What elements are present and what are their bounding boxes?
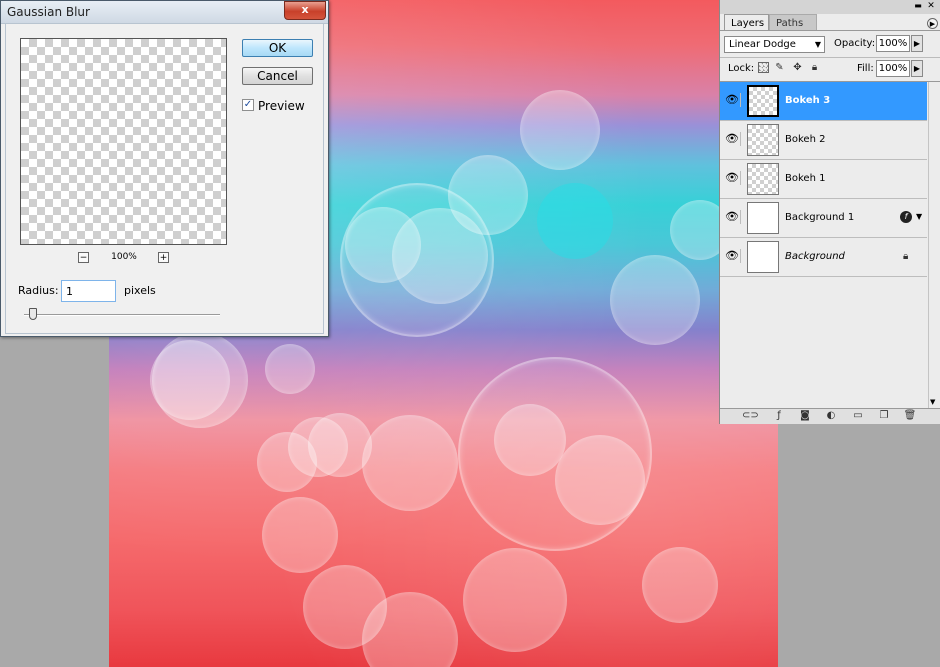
bokeh-circle	[642, 547, 718, 623]
new-layer-icon[interactable]: ❐	[877, 410, 891, 422]
link-layers-icon[interactable]: ⊂⊃	[742, 410, 759, 422]
layer-thumbnail	[747, 202, 779, 234]
opacity-label: Opacity:	[834, 38, 876, 49]
eye-icon[interactable]: 👁︎	[724, 93, 741, 107]
eye-icon[interactable]: 👁︎	[724, 249, 741, 263]
radius-slider-track[interactable]	[24, 314, 220, 316]
trash-icon[interactable]: 🗑︎	[903, 410, 917, 422]
layers-scrollbar[interactable]: ▼	[928, 82, 940, 408]
fill-input[interactable]: 100%	[876, 60, 910, 77]
dialog-titlebar[interactable]: Gaussian Blur	[1, 1, 328, 24]
tabs-divider	[720, 30, 940, 31]
layer-row-bokeh-1[interactable]: 👁︎ Bokeh 1	[720, 160, 927, 199]
preview-window[interactable]	[20, 38, 227, 245]
preview-checkbox[interactable]: ✓	[242, 99, 254, 111]
dialog-title: Gaussian Blur	[7, 5, 90, 19]
blend-mode-value: Linear Dodge	[729, 39, 796, 50]
lock-label: Lock:	[728, 63, 755, 74]
lock-position-icon[interactable]: ✥	[792, 62, 803, 73]
fill-label: Fill:	[857, 63, 874, 74]
opacity-slider-button[interactable]: ▶	[911, 35, 923, 52]
layer-style-icon[interactable]: ƒ	[772, 410, 786, 422]
blend-mode-select[interactable]: Linear Dodge ▼	[724, 36, 825, 53]
eye-icon[interactable]: 👁︎	[724, 210, 741, 224]
layer-name: Bokeh 2	[785, 134, 826, 145]
bokeh-circle	[288, 417, 348, 477]
layer-thumbnail	[747, 124, 779, 156]
layer-effects-icon[interactable]: f	[900, 211, 912, 223]
layers-toolbar: ⊂⊃ ƒ ◙ ◐ ▭ ❐ 🗑︎	[720, 408, 940, 424]
lock-image-pixels-icon[interactable]: ✎	[774, 62, 785, 73]
close-panel-icon[interactable]: ✕	[926, 1, 936, 11]
layer-mask-icon[interactable]: ◙	[798, 410, 812, 422]
close-button[interactable]: x	[284, 1, 326, 20]
lock-icon: 🔒︎	[903, 251, 909, 262]
gaussian-blur-dialog: Gaussian Blur x − 100% + OK Cancel ✓ Pre…	[0, 0, 329, 337]
cancel-button[interactable]: Cancel	[242, 67, 313, 85]
bokeh-circle	[610, 255, 700, 345]
radius-slider-thumb[interactable]	[29, 308, 37, 320]
layer-row-background-1[interactable]: 👁︎ Background 1 f ▼	[720, 199, 927, 238]
zoom-out-button[interactable]: −	[78, 252, 89, 263]
layer-name: Bokeh 1	[785, 173, 826, 184]
zoom-in-button[interactable]: +	[158, 252, 169, 263]
bokeh-circle	[152, 332, 248, 428]
fill-slider-button[interactable]: ▶	[911, 60, 923, 77]
eye-icon[interactable]: 👁︎	[724, 171, 741, 185]
radius-label: Radius:	[18, 284, 59, 297]
divider	[720, 57, 940, 58]
collapse-panel-icon[interactable]: ▬	[913, 1, 923, 11]
layer-name: Background	[785, 251, 845, 262]
layers-panel: ▬ ✕ Layers Paths ▶ Linear Dodge ▼ Opacit…	[719, 0, 940, 424]
layer-name: Bokeh 3	[785, 95, 831, 106]
layer-row-background[interactable]: 👁︎ Background 🔒︎	[720, 238, 927, 277]
preview-checkbox-label[interactable]: Preview	[258, 99, 305, 113]
layer-row-bokeh-2[interactable]: 👁︎ Bokeh 2	[720, 121, 927, 160]
bokeh-circle	[463, 548, 567, 652]
chevron-down-icon: ▼	[814, 40, 821, 49]
bokeh-circle	[262, 497, 338, 573]
layer-name: Background 1	[785, 212, 855, 223]
bokeh-circle	[362, 415, 458, 511]
layer-thumbnail	[747, 85, 779, 117]
layer-thumbnail	[747, 163, 779, 195]
bokeh-circle	[537, 183, 613, 259]
group-icon[interactable]: ▭	[851, 410, 865, 422]
bokeh-circle	[345, 207, 421, 283]
tab-paths[interactable]: Paths	[769, 14, 817, 31]
scroll-down-icon[interactable]: ▼	[930, 398, 935, 406]
panel-titlebar[interactable]: ▬ ✕	[720, 0, 940, 14]
bokeh-circle	[494, 404, 566, 476]
radius-units-label: pixels	[124, 284, 156, 297]
layer-thumbnail	[747, 241, 779, 273]
bokeh-circle	[265, 344, 315, 394]
panel-menu-icon[interactable]: ▶	[927, 18, 938, 29]
dialog-body: − 100% + OK Cancel ✓ Preview Radius: pix…	[5, 23, 324, 334]
bokeh-circle	[520, 90, 600, 170]
bokeh-circle	[555, 435, 645, 525]
ok-button[interactable]: OK	[242, 39, 313, 57]
opacity-input[interactable]: 100%	[876, 35, 910, 52]
radius-input[interactable]	[61, 280, 116, 302]
zoom-level: 100%	[111, 252, 137, 262]
layer-row-bokeh-3[interactable]: 👁︎ Bokeh 3	[720, 82, 927, 121]
adjustment-layer-icon[interactable]: ◐	[824, 410, 838, 422]
eye-icon[interactable]: 👁︎	[724, 132, 741, 146]
expand-effects-icon[interactable]: ▼	[916, 212, 922, 221]
lock-all-icon[interactable]: 🔒︎	[809, 62, 820, 73]
checkmark-icon: ✓	[243, 99, 253, 110]
tab-layers[interactable]: Layers	[724, 14, 769, 31]
lock-transparency-icon[interactable]	[758, 62, 769, 73]
